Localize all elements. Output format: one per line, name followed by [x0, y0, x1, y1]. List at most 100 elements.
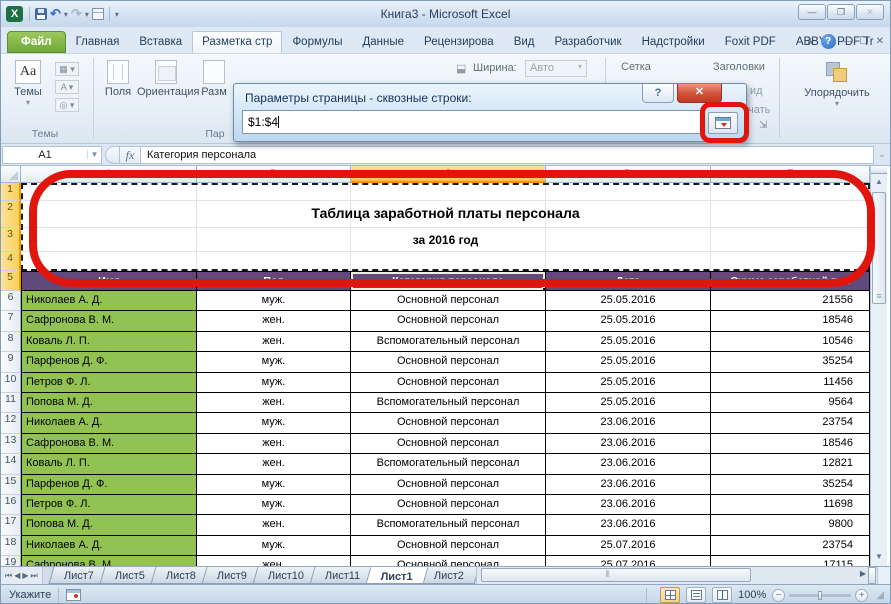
page-layout-view-button[interactable] [686, 587, 706, 603]
cell-A13[interactable]: Сафронова В. М. [21, 434, 197, 454]
expand-formula-bar-icon[interactable]: ⌄ [874, 149, 890, 160]
cell-E18[interactable]: 23754 [711, 536, 870, 556]
cell-B1[interactable] [197, 183, 351, 201]
cell-A11[interactable]: Попова М. Д. [21, 393, 197, 413]
zoom-out-icon[interactable]: − [772, 589, 785, 602]
cell-E14[interactable]: 12821 [711, 454, 870, 474]
row-header-12[interactable]: 12 [1, 413, 21, 433]
cell-E9[interactable]: 35254 [711, 352, 870, 372]
cell-A1[interactable] [21, 183, 197, 201]
cell-D10[interactable]: 25.05.2016 [546, 373, 711, 393]
cell-A15[interactable]: Парфенов Д. Ф. [21, 475, 197, 495]
header-cell-E5[interactable]: Сумма заработной пла [711, 271, 870, 291]
name-box[interactable]: A1 ▼ [2, 146, 102, 164]
cell-A8[interactable]: Коваль Л. П. [21, 332, 197, 352]
resize-grip[interactable]: ◢ [876, 590, 884, 601]
cell-A7[interactable]: Сафронова В. М. [21, 311, 197, 331]
cell-B6[interactable]: муж. [197, 291, 351, 311]
print-preview-icon[interactable] [92, 8, 104, 20]
zoom-handle[interactable] [818, 591, 822, 600]
cell-B9[interactable]: муж. [197, 352, 351, 372]
zoom-track[interactable] [789, 594, 851, 597]
cell-C18[interactable]: Основной персонал [351, 536, 546, 556]
sheet-tab-Лист1[interactable]: Лист1 [366, 567, 429, 584]
cell-C11[interactable]: Вспомогательный персонал [351, 393, 546, 413]
theme-fonts-button[interactable]: A ▾ [55, 80, 79, 94]
dialog-help-button[interactable]: ? [642, 84, 674, 103]
undo-dropdown-icon[interactable]: ▾ [64, 10, 68, 19]
orientation-button[interactable]: Ориентация [137, 60, 195, 98]
cell-E6[interactable]: 21556 [711, 291, 870, 311]
collapse-dialog-button[interactable] [708, 112, 738, 134]
cell-D1[interactable] [546, 183, 711, 201]
row-header-7[interactable]: 7 [1, 311, 21, 331]
column-header-A[interactable]: A [21, 166, 197, 183]
cell-D12[interactable]: 23.06.2016 [546, 413, 711, 433]
cell-C12[interactable]: Основной персонал [351, 413, 546, 433]
row-header-18[interactable]: 18 [1, 536, 21, 556]
cell-B18[interactable]: муж. [197, 536, 351, 556]
cell-C9[interactable]: Основной персонал [351, 352, 546, 372]
cell-E12[interactable]: 23754 [711, 413, 870, 433]
row-header-8[interactable]: 8 [1, 332, 21, 352]
customize-qat-icon[interactable]: ▾ [115, 10, 119, 19]
row-header-13[interactable]: 13 [1, 434, 21, 454]
cell-E17[interactable]: 9800 [711, 515, 870, 535]
workbook-minimize-icon[interactable]: — [843, 36, 853, 47]
scroll-up-icon[interactable]: ▲ [872, 175, 886, 189]
cell-A4[interactable] [21, 252, 197, 271]
restore-button[interactable]: ❐ [827, 4, 855, 20]
cell-D9[interactable]: 25.05.2016 [546, 352, 711, 372]
row-header-1[interactable]: 1 [1, 183, 21, 201]
save-icon[interactable] [35, 8, 47, 20]
header-cell-A5[interactable]: Имя [21, 271, 197, 291]
horizontal-scroll-thumb[interactable] [481, 568, 751, 582]
chevron-down-icon[interactable]: ▼ [87, 150, 101, 159]
ribbon-tab-Разработчик[interactable]: Разработчик [545, 31, 632, 53]
workbook-restore-icon[interactable]: ❐ [860, 36, 869, 47]
header-cell-C5[interactable]: Категория персонала [351, 271, 546, 291]
column-header-D[interactable]: D [546, 166, 711, 183]
dialog-launcher-icon[interactable]: ⇲ [759, 120, 767, 131]
row-header-11[interactable]: 11 [1, 393, 21, 413]
cell-E1[interactable] [711, 183, 870, 201]
normal-view-button[interactable] [660, 587, 680, 603]
cell-C7[interactable]: Основной персонал [351, 311, 546, 331]
theme-colors-button[interactable]: ▦ ▾ [55, 62, 79, 76]
cell-E10[interactable]: 11456 [711, 373, 870, 393]
cell-A17[interactable]: Попова М. Д. [21, 515, 197, 535]
row-header-10[interactable]: 10 [1, 373, 21, 393]
cell-C4[interactable] [351, 252, 546, 271]
last-sheet-icon[interactable]: ⏭ [31, 571, 38, 581]
cell-A18[interactable]: Николаев А. Д. [21, 536, 197, 556]
row-header-3[interactable]: 3 [1, 228, 21, 252]
cell-B14[interactable]: жен. [197, 454, 351, 474]
row-header-6[interactable]: 6 [1, 291, 21, 311]
cell-C13[interactable]: Основной персонал [351, 434, 546, 454]
ribbon-tab-Foxit PDF[interactable]: Foxit PDF [715, 31, 786, 53]
cell-B4[interactable] [197, 252, 351, 271]
row-header-17[interactable]: 17 [1, 515, 21, 535]
cell-E8[interactable]: 10546 [711, 332, 870, 352]
cell-C14[interactable]: Вспомогательный персонал [351, 454, 546, 474]
first-sheet-icon[interactable]: ⏮ [5, 571, 12, 581]
cell-E4[interactable] [711, 252, 870, 271]
undo-icon[interactable]: ↶ [50, 6, 61, 22]
cell-A10[interactable]: Петров Ф. Л. [21, 373, 197, 393]
ribbon-tab-Вставка[interactable]: Вставка [129, 31, 192, 53]
close-button[interactable]: ✕ [856, 4, 884, 20]
row-header-14[interactable]: 14 [1, 454, 21, 474]
cell-C6[interactable]: Основной персонал [351, 291, 546, 311]
arrange-button[interactable]: Упорядочить ▾ [793, 60, 881, 108]
cell-B13[interactable]: жен. [197, 434, 351, 454]
horizontal-scrollbar[interactable]: ▶ [476, 567, 890, 584]
cell-E13[interactable]: 18546 [711, 434, 870, 454]
ribbon-tab-Рецензирова[interactable]: Рецензирова [414, 31, 504, 53]
cell-B15[interactable]: муж. [197, 475, 351, 495]
zoom-in-icon[interactable]: + [855, 589, 868, 602]
ribbon-tab-Формулы[interactable]: Формулы [282, 31, 352, 53]
scroll-down-icon[interactable]: ▼ [872, 550, 886, 564]
cell-D13[interactable]: 23.06.2016 [546, 434, 711, 454]
themes-button[interactable]: Aa Темы ▾ [7, 60, 49, 107]
row-header-19[interactable]: 19 [1, 556, 21, 566]
